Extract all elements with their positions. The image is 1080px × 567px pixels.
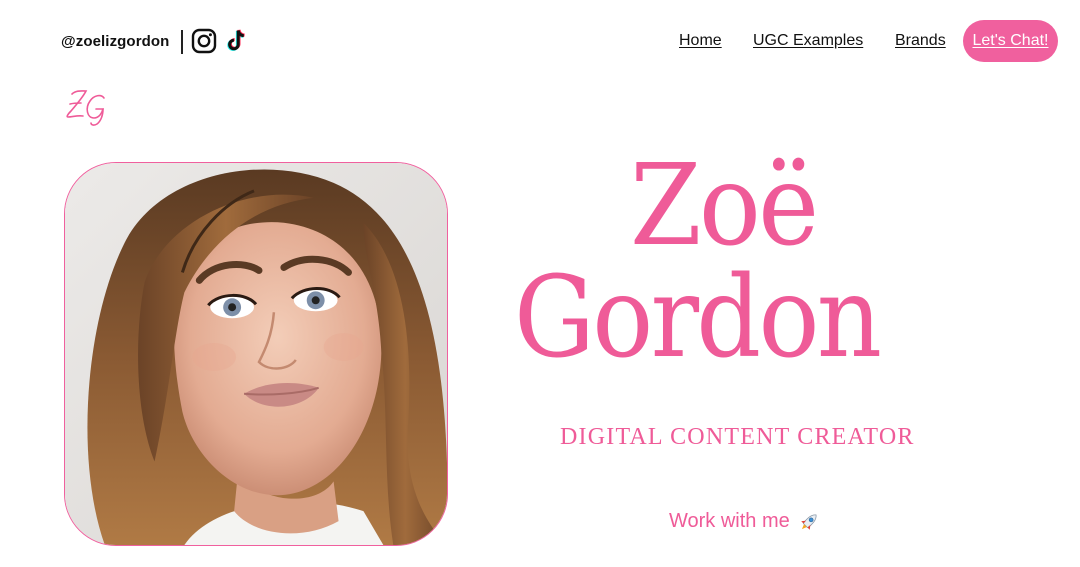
- work-with-me-link[interactable]: Work with me: [669, 510, 820, 533]
- header-divider: [181, 30, 183, 54]
- hero-subtitle: DIGITAL CONTENT CREATOR: [560, 424, 915, 450]
- page: @zoelizgordon Home UGC Examples Brands L…: [0, 0, 1080, 567]
- instagram-icon[interactable]: [191, 28, 217, 54]
- rocket-icon: [800, 514, 817, 530]
- zg-monogram-logo[interactable]: [62, 84, 114, 132]
- tiktok-icon[interactable]: [224, 28, 250, 54]
- nav-brands-link[interactable]: Brands: [895, 32, 946, 50]
- hero-last-name: Gordon: [514, 253, 882, 383]
- social-handle[interactable]: @zoelizgordon: [61, 33, 169, 50]
- lets-chat-label: Let's Chat!: [972, 32, 1049, 49]
- work-with-me-label: Work with me: [669, 510, 790, 532]
- nav-ugc-examples-link[interactable]: UGC Examples: [753, 32, 863, 50]
- profile-portrait: [64, 162, 448, 546]
- lets-chat-button[interactable]: Let's Chat!: [963, 20, 1058, 62]
- portrait-image: [65, 163, 447, 545]
- nav-home-link[interactable]: Home: [679, 32, 722, 50]
- hero-first-name: Zoë: [630, 141, 819, 271]
